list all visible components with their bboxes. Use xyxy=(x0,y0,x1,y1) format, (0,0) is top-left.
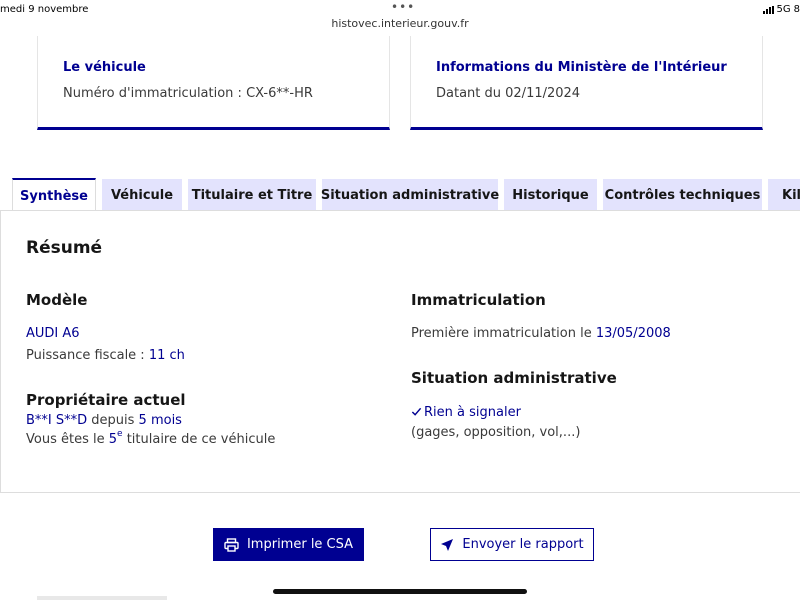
admin-details: (gages, opposition, vol,...) xyxy=(411,425,581,440)
tab-historique[interactable]: Historique xyxy=(504,179,597,211)
send-report-label: Envoyer le rapport xyxy=(462,537,584,552)
network-label: 5G xyxy=(776,4,791,15)
signal-icon xyxy=(762,5,774,14)
print-csa-label: Imprimer le CSA xyxy=(246,537,354,552)
tab-kilometrage[interactable]: Kilo xyxy=(768,179,800,211)
printer-icon xyxy=(224,537,239,552)
admin-status: Rien à signaler xyxy=(411,405,521,420)
more-dots-icon[interactable]: ••• xyxy=(391,0,415,14)
report-date: Datant du 02/11/2024 xyxy=(436,86,581,101)
tab-bar: Synthèse Véhicule Titulaire et Titre Sit… xyxy=(12,178,800,211)
owner-rank: Vous êtes le 5e titulaire de ce véhicule xyxy=(26,429,276,447)
status-date: medi 9 novembre xyxy=(0,4,89,15)
vehicle-card-title: Le véhicule xyxy=(63,60,146,75)
tab-titulaire-titre[interactable]: Titulaire et Titre xyxy=(188,179,316,211)
print-csa-button[interactable]: Imprimer le CSA xyxy=(213,528,364,561)
send-report-button[interactable]: Envoyer le rapport xyxy=(430,528,594,561)
owner-heading: Propriétaire actuel xyxy=(26,391,186,409)
tab-situation-administrative[interactable]: Situation administrative xyxy=(321,179,499,211)
url-bar[interactable]: histovec.interieur.gouv.fr xyxy=(0,17,800,30)
tab-controles-techniques[interactable]: Contrôles techniques xyxy=(603,179,762,211)
tab-synthese[interactable]: Synthèse xyxy=(12,178,96,211)
ministry-card-title: Informations du Ministère de l'Intérieur xyxy=(436,60,727,75)
owner-name: B**I S**D depuis 5 mois xyxy=(26,413,182,428)
send-icon xyxy=(441,538,454,551)
battery-label: 8 xyxy=(793,4,800,15)
admin-heading: Situation administrative xyxy=(411,369,617,387)
model-heading: Modèle xyxy=(26,291,88,309)
ministry-card: Informations du Ministère de l'Intérieur… xyxy=(410,36,763,130)
registration-number: Numéro d'immatriculation : CX-6**-HR xyxy=(63,86,313,101)
bottom-edge xyxy=(37,596,167,600)
check-icon xyxy=(411,407,422,416)
status-right: 5G 8 xyxy=(762,4,800,15)
model-name: AUDI A6 xyxy=(26,326,80,341)
tab-vehicule[interactable]: Véhicule xyxy=(102,179,182,211)
vehicle-card: Le véhicule Numéro d'immatriculation : C… xyxy=(37,36,390,130)
summary-panel: Résumé Modèle AUDI A6 Puissance fiscale … xyxy=(0,210,800,493)
fiscal-power: Puissance fiscale : 11 ch xyxy=(26,348,185,363)
home-indicator[interactable] xyxy=(273,589,527,594)
registration-heading: Immatriculation xyxy=(411,291,546,309)
first-registration: Première immatriculation le 13/05/2008 xyxy=(411,326,671,341)
summary-title: Résumé xyxy=(26,238,103,258)
